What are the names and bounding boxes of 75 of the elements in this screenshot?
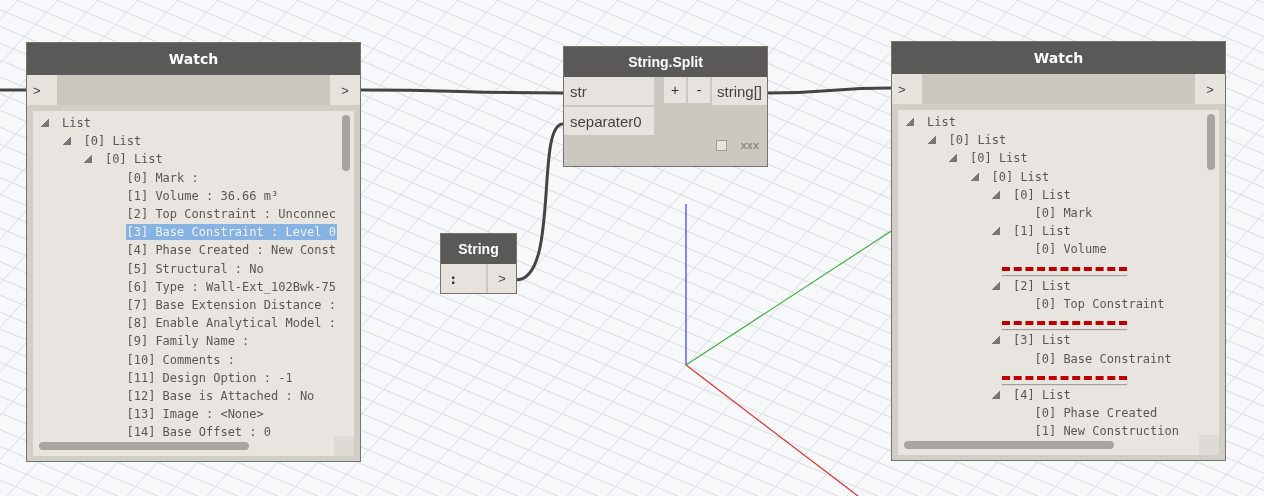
horizontal-scrollbar[interactable] bbox=[39, 442, 249, 450]
tree-item[interactable]: [3] List bbox=[1012, 332, 1072, 349]
tree-item[interactable]: [2] Top Constraint : Unconnec bbox=[125, 206, 337, 223]
watch-node[interactable] bbox=[26, 42, 361, 462]
expanded-triangle-icon[interactable] bbox=[949, 154, 957, 163]
tree-item[interactable]: [13] Image : <None> bbox=[125, 406, 265, 423]
tree-item[interactable]: [9] Family Name : bbox=[125, 333, 251, 350]
tree-item[interactable]: [6] Type : Wall-Ext_102Bwk-75 bbox=[125, 278, 337, 295]
expanded-triangle-icon[interactable] bbox=[84, 155, 92, 164]
string-node[interactable]: String : > bbox=[440, 233, 517, 294]
tree-item[interactable]: [0] List bbox=[969, 150, 1029, 167]
tree-item[interactable]: [7] Base Extension Distance : bbox=[125, 296, 337, 313]
tree-item[interactable]: [5] Structural : No bbox=[125, 260, 265, 277]
horizontal-scrollbar[interactable] bbox=[904, 441, 1114, 449]
tree-item[interactable]: [0] List bbox=[990, 168, 1051, 185]
expanded-triangle-icon[interactable] bbox=[970, 172, 979, 181]
add-input-button[interactable]: + bbox=[664, 77, 686, 103]
node-title: String bbox=[441, 234, 516, 264]
tree-item[interactable]: [4] Phase Created : New Const bbox=[125, 242, 337, 259]
tree-item[interactable]: [0] List bbox=[947, 132, 1008, 149]
wire[interactable] bbox=[767, 86, 891, 95]
function-node[interactable]: String.Split str separater0 + - string[] xxx bbox=[563, 46, 768, 167]
input-port[interactable]: > bbox=[27, 75, 57, 105]
output-port[interactable]: string[] bbox=[712, 77, 767, 105]
input-port[interactable]: str bbox=[564, 77, 654, 105]
node-title: String.Split bbox=[564, 47, 767, 77]
expanded-triangle-icon[interactable] bbox=[992, 190, 1000, 199]
tree-item[interactable]: [0] Volume bbox=[1033, 241, 1108, 258]
vertical-scrollbar[interactable] bbox=[342, 115, 350, 171]
wire[interactable] bbox=[361, 88, 563, 95]
tree-item[interactable]: [1] New Construction bbox=[1033, 423, 1180, 440]
tree-item[interactable]: [2] List bbox=[1012, 277, 1072, 294]
scrollbar-corner bbox=[1199, 435, 1219, 455]
remove-input-button[interactable]: - bbox=[688, 77, 710, 103]
watch-node[interactable]: Watch > > List [0] List [0] List [0] List [0] List [0] Mark [1] List [0] Volume [2] List [0] Top Constraint [3] List [0] Base Constraint [4] List [0] Phase Created [1] New Construction bbox=[891, 41, 1226, 461]
expanded-triangle-icon[interactable] bbox=[41, 119, 49, 128]
tree-item[interactable]: [1] List bbox=[1012, 223, 1072, 240]
node-title: Watch bbox=[27, 43, 360, 75]
expanded-triangle-icon[interactable] bbox=[992, 227, 1000, 236]
expanded-triangle-icon[interactable] bbox=[992, 336, 1000, 345]
tree-item[interactable]: List bbox=[61, 115, 92, 132]
input-port[interactable]: > bbox=[892, 74, 922, 104]
tree-item[interactable]: [10] Comments : bbox=[125, 351, 236, 368]
input-port[interactable]: separater0 bbox=[564, 107, 654, 135]
tree-item[interactable]: [0] List bbox=[104, 151, 164, 168]
wire[interactable] bbox=[515, 122, 564, 282]
tree-item[interactable]: [8] Enable Analytical Model : bbox=[125, 315, 337, 332]
expanded-triangle-icon[interactable] bbox=[992, 390, 1000, 399]
expanded-triangle-icon[interactable] bbox=[906, 118, 914, 127]
output-port[interactable]: > bbox=[1195, 74, 1225, 104]
wire[interactable] bbox=[0, 88, 26, 92]
tree-item[interactable]: [0] Mark bbox=[1033, 205, 1094, 222]
tree-item[interactable]: List bbox=[926, 114, 957, 131]
output-port[interactable]: > bbox=[488, 264, 516, 293]
output-port[interactable]: > bbox=[330, 75, 360, 105]
tree-item[interactable]: [0] Base Constraint bbox=[1033, 350, 1173, 367]
vertical-scrollbar[interactable] bbox=[1207, 114, 1215, 170]
tree-item[interactable]: [0] List bbox=[1012, 186, 1072, 203]
tree-item[interactable]: [11] Design Option : -1 bbox=[125, 369, 294, 386]
tree-item[interactable]: [0] Top Constraint bbox=[1033, 295, 1166, 312]
tree-item[interactable]: [4] List bbox=[1012, 386, 1072, 403]
tree-item[interactable]: [0] Phase Created bbox=[1033, 405, 1159, 422]
expanded-triangle-icon[interactable] bbox=[992, 281, 1000, 290]
tree-item[interactable]: [12] Base is Attached : No bbox=[125, 387, 316, 404]
string-input-field[interactable]: : bbox=[441, 264, 486, 293]
expanded-triangle-icon[interactable] bbox=[62, 137, 71, 146]
lacing-label: xxx bbox=[740, 139, 759, 151]
preview-checkbox[interactable] bbox=[715, 139, 727, 151]
tree-item[interactable]: [1] Volume : 36.66 m³ bbox=[125, 187, 280, 204]
tree-item[interactable]: [0] List bbox=[82, 133, 143, 150]
tree-item[interactable]: [0] Mark : bbox=[125, 169, 200, 186]
tree-item[interactable]: [14] Base Offset : 0 bbox=[125, 424, 272, 441]
scrollbar-corner bbox=[334, 436, 354, 456]
node-title: Watch bbox=[892, 42, 1225, 74]
expanded-triangle-icon[interactable] bbox=[927, 136, 936, 145]
